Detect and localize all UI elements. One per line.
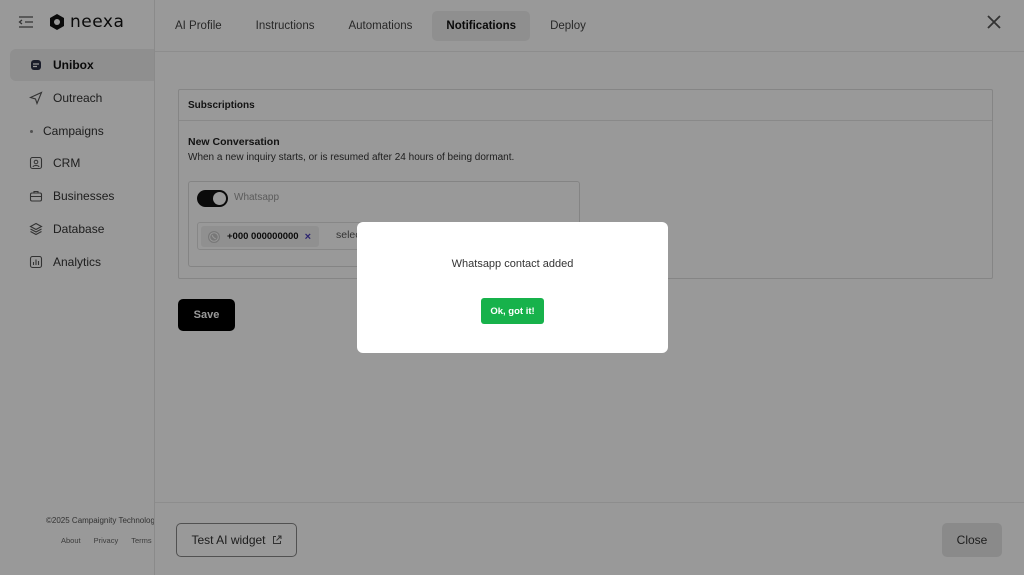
dialog-message: Whatsapp contact added — [451, 258, 574, 270]
ok-button[interactable]: Ok, got it! — [481, 298, 544, 324]
confirmation-dialog: Whatsapp contact added Ok, got it! — [357, 222, 668, 353]
